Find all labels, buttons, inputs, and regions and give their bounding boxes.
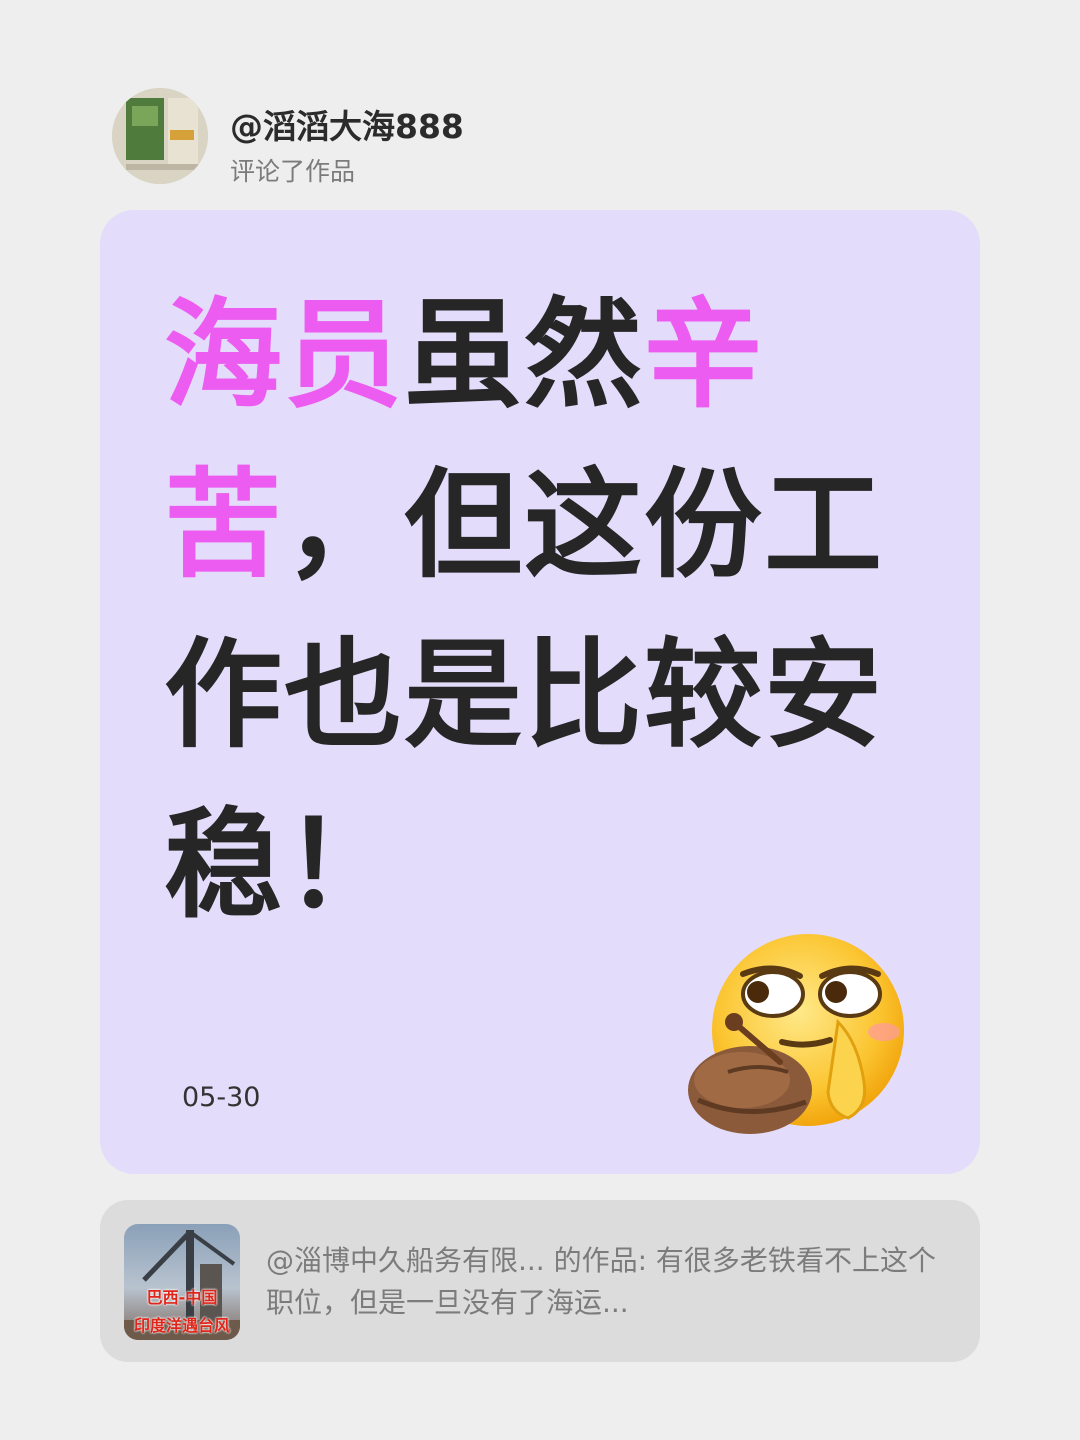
referenced-post-text: @淄博中久船务有限... 的作品: 有很多老铁看不上这个职位，但是一旦没有了海运… [266,1244,936,1319]
thumbnail-caption-2: 印度洋遇台风 [133,1316,230,1335]
username[interactable]: @滔滔大海888 [230,100,464,148]
action-label: 评论了作品 [230,157,356,186]
comment-text: 海员虽然辛苦，但这份工作也是比较安稳！ [164,270,904,950]
user-avatar[interactable] [112,88,208,184]
post-thumbnail: 巴西-中国 印度洋遇台风 [124,1224,240,1340]
avatar-image [112,88,208,184]
comment-highlight-1: 海员 [164,286,405,424]
comment-date: 05-30 [182,1082,261,1113]
thumbnail-caption-1: 巴西-中国 [146,1288,218,1307]
comment-segment-2: 虽然 [404,286,645,424]
comment-header: @滔滔大海888 评论了作品 [112,88,912,188]
comment-card: 海员虽然辛苦，但这份工作也是比较安稳！ 05-30 [100,210,980,1174]
smirk-thinking-emoji-icon [688,934,904,1134]
referenced-post[interactable]: 巴西-中国 印度洋遇台风 @淄博中久船务有限... 的作品: 有很多老铁看不上这… [100,1200,980,1362]
